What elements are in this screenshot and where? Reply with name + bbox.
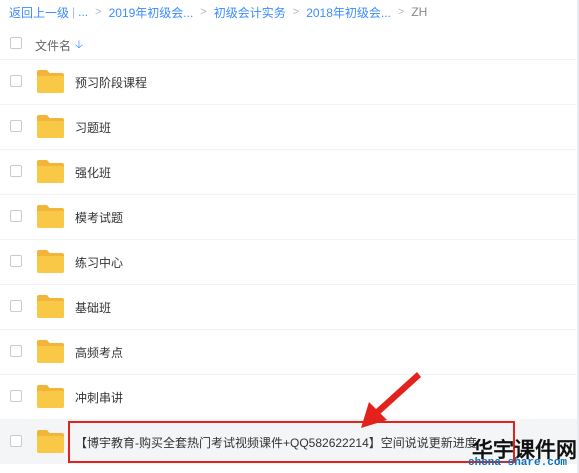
watermark: 华宇课件网 chona-share.com (464, 434, 579, 473)
column-filename[interactable]: 文件名 🡣 (35, 36, 83, 55)
folder-icon (37, 205, 64, 228)
folder-icon (37, 340, 64, 363)
breadcrumb-ellipsis[interactable]: ... (78, 5, 88, 19)
file-row[interactable]: 预习阶段课程 (0, 59, 579, 104)
file-name[interactable]: 强化班 (75, 164, 111, 181)
back-link[interactable]: 返回上一级 (9, 4, 69, 21)
breadcrumb-item-accounting[interactable]: 初级会计实务 (214, 4, 286, 21)
folder-icon (37, 430, 64, 453)
annotation-red-box (68, 421, 515, 463)
chevron-right-icon: > (397, 6, 405, 18)
file-name[interactable]: 基础班 (75, 299, 111, 316)
row-checkbox[interactable] (10, 390, 22, 402)
row-checkbox[interactable] (10, 120, 22, 132)
file-row[interactable]: 强化班 (0, 149, 579, 194)
folder-icon (37, 250, 64, 273)
chevron-right-icon: > (292, 6, 300, 18)
file-row[interactable]: 练习中心 (0, 239, 579, 284)
folder-icon (37, 385, 64, 408)
file-name[interactable]: 预习阶段课程 (75, 74, 147, 91)
breadcrumb-divider: | (72, 5, 76, 19)
file-row[interactable]: 高频考点 (0, 329, 579, 374)
row-checkbox[interactable] (10, 300, 22, 312)
file-row[interactable]: 模考试题 (0, 194, 579, 239)
folder-icon (37, 70, 64, 93)
row-checkbox[interactable] (10, 255, 22, 267)
file-row[interactable]: 冲刺串讲 (0, 374, 579, 419)
watermark-url: chona-share.com (468, 457, 568, 469)
row-checkbox[interactable] (10, 345, 22, 357)
row-checkbox[interactable] (10, 435, 22, 447)
breadcrumb-current: ZH (411, 5, 428, 19)
row-checkbox[interactable] (10, 210, 22, 222)
breadcrumb-item-2018[interactable]: 2018年初级会... (306, 4, 391, 21)
list-header: 文件名 🡣 (0, 28, 579, 58)
breadcrumb: 返回上一级 | ... > 2019年初级会... > 初级会计实务 > 201… (9, 4, 427, 20)
column-filename-label: 文件名 (35, 39, 72, 53)
folder-icon (37, 160, 64, 183)
row-checkbox[interactable] (10, 165, 22, 177)
file-row[interactable]: 基础班 (0, 284, 579, 329)
file-name[interactable]: 冲刺串讲 (75, 389, 123, 406)
file-name[interactable]: 习题班 (75, 119, 111, 136)
breadcrumb-item-2019[interactable]: 2019年初级会... (109, 4, 194, 21)
arrow-down-icon[interactable]: 🡣 (75, 36, 83, 55)
file-name[interactable]: 练习中心 (75, 254, 123, 271)
file-name[interactable]: 高频考点 (75, 344, 123, 361)
annotation-arrow-icon (361, 372, 421, 428)
select-all-checkbox[interactable] (10, 37, 22, 49)
file-name[interactable]: 模考试题 (75, 209, 123, 226)
folder-icon (37, 115, 64, 138)
row-checkbox[interactable] (10, 75, 22, 87)
file-row[interactable]: 习题班 (0, 104, 579, 149)
chevron-right-icon: > (200, 6, 207, 18)
folder-icon (37, 295, 64, 318)
chevron-right-icon: > (95, 6, 102, 18)
